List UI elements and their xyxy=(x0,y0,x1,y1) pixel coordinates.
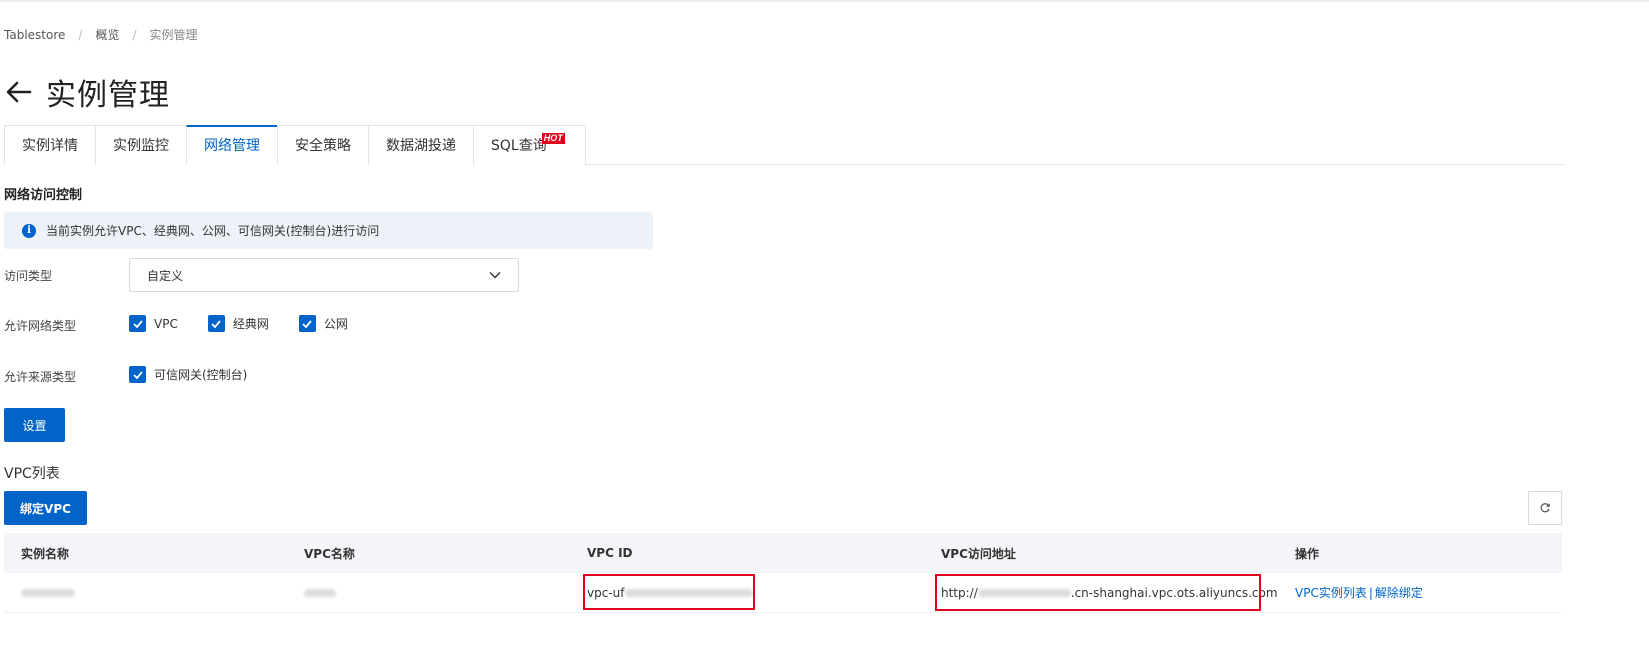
source-type-label: 允许来源类型 xyxy=(4,370,77,384)
table-header: 实例名称 VPC名称 VPC ID VPC访问地址 操作 xyxy=(4,533,1562,573)
vpc-list-title: VPC列表 xyxy=(4,466,60,482)
breadcrumb-separator: / xyxy=(132,27,137,42)
access-type-select[interactable]: 自定义 xyxy=(129,258,519,292)
section-title-network-access: 网络访问控制 xyxy=(4,188,83,203)
access-type-value: 自定义 xyxy=(147,268,184,283)
table-row: vpc-uf http://.cn-shanghai.vpc.ots.aliyu… xyxy=(4,573,1562,613)
tab-sql-query[interactable]: SQL查询 HOT xyxy=(473,125,586,165)
source-type-checkboxes: 可信网关(控制台) xyxy=(129,366,277,383)
breadcrumb-item-overview[interactable]: 概览 xyxy=(95,26,119,43)
tab-data-lake-delivery[interactable]: 数据湖投递 xyxy=(368,125,473,165)
top-shadow-line xyxy=(0,0,1649,3)
column-header-vpc-name: VPC名称 xyxy=(304,546,355,561)
checkbox-label: 经典网 xyxy=(232,317,269,331)
refresh-icon xyxy=(1540,503,1550,513)
access-type-label: 访问类型 xyxy=(4,269,53,283)
tab-instance-monitoring[interactable]: 实例监控 xyxy=(95,125,186,165)
highlight-box-vpc-id xyxy=(583,574,755,610)
column-header-instance-name: 实例名称 xyxy=(21,546,70,561)
breadcrumb-separator: / xyxy=(78,27,83,42)
tab-bar: 实例详情 实例监控 网络管理 安全策略 数据湖投递 SQL查询 HOT xyxy=(4,125,1564,165)
checkbox-label: VPC xyxy=(154,316,178,331)
column-header-vpc-id: VPC ID xyxy=(587,546,633,560)
breadcrumb-item-current: 实例管理 xyxy=(149,28,198,42)
tab-label: 数据湖投递 xyxy=(386,138,456,154)
checkbox-label: 公网 xyxy=(323,317,348,331)
tab-label: 安全策略 xyxy=(295,138,351,154)
info-icon: i xyxy=(22,223,36,238)
highlight-box-vpc-address xyxy=(935,574,1261,611)
tab-security-policy[interactable]: 安全策略 xyxy=(277,125,368,165)
cell-actions: VPC实例列表 | 解除绑定 xyxy=(1295,584,1423,601)
refresh-button[interactable] xyxy=(1528,491,1562,525)
breadcrumb-item-tablestore[interactable]: Tablestore xyxy=(4,28,65,42)
bind-vpc-button[interactable]: 绑定VPC xyxy=(4,491,87,525)
tab-label: SQL查询 xyxy=(491,138,547,154)
page-title: 实例管理 xyxy=(46,78,170,113)
arrow-left-icon[interactable] xyxy=(4,77,34,107)
cell-vpc-name-redacted xyxy=(304,586,336,600)
checkbox-classic-network[interactable]: 经典网 xyxy=(207,315,269,332)
column-header-vpc-address: VPC访问地址 xyxy=(941,546,1016,561)
checkbox-vpc[interactable]: VPC xyxy=(129,315,178,332)
checkbox-checked-icon xyxy=(129,366,146,383)
cell-instance-name-redacted xyxy=(21,586,75,600)
network-type-label: 允许网络类型 xyxy=(4,319,77,333)
vpc-instance-list-link[interactable]: VPC实例列表 xyxy=(1295,586,1367,600)
checkbox-public-network[interactable]: 公网 xyxy=(298,315,348,332)
breadcrumb: Tablestore / 概览 / 实例管理 xyxy=(4,26,198,43)
set-button[interactable]: 设置 xyxy=(4,408,65,442)
checkbox-checked-icon xyxy=(129,315,146,332)
tab-instance-details[interactable]: 实例详情 xyxy=(4,125,95,165)
vpc-table: 实例名称 VPC名称 VPC ID VPC访问地址 操作 vpc-uf http… xyxy=(4,533,1562,613)
checkbox-trusted-gateway[interactable]: 可信网关(控制台) xyxy=(129,366,247,383)
column-header-actions: 操作 xyxy=(1295,546,1320,561)
checkbox-checked-icon xyxy=(207,315,225,332)
page-header: 实例管理 xyxy=(4,70,170,114)
info-text: 当前实例允许VPC、经典网、公网、可信网关(控制台)进行访问 xyxy=(46,224,380,238)
checkbox-checked-icon xyxy=(298,315,316,332)
tab-label: 实例详情 xyxy=(22,138,78,154)
chevron-down-icon xyxy=(489,272,501,279)
network-type-checkboxes: VPC 经典网 公网 xyxy=(129,315,378,332)
action-separator: | xyxy=(1368,586,1373,600)
tab-network-management[interactable]: 网络管理 xyxy=(186,125,277,165)
tab-label: 实例监控 xyxy=(113,138,169,154)
hot-badge: HOT xyxy=(541,133,565,144)
tab-label: 网络管理 xyxy=(204,138,260,154)
info-banner: i 当前实例允许VPC、经典网、公网、可信网关(控制台)进行访问 xyxy=(4,212,653,249)
checkbox-label: 可信网关(控制台) xyxy=(154,368,248,382)
unbind-link[interactable]: 解除绑定 xyxy=(1375,586,1423,600)
